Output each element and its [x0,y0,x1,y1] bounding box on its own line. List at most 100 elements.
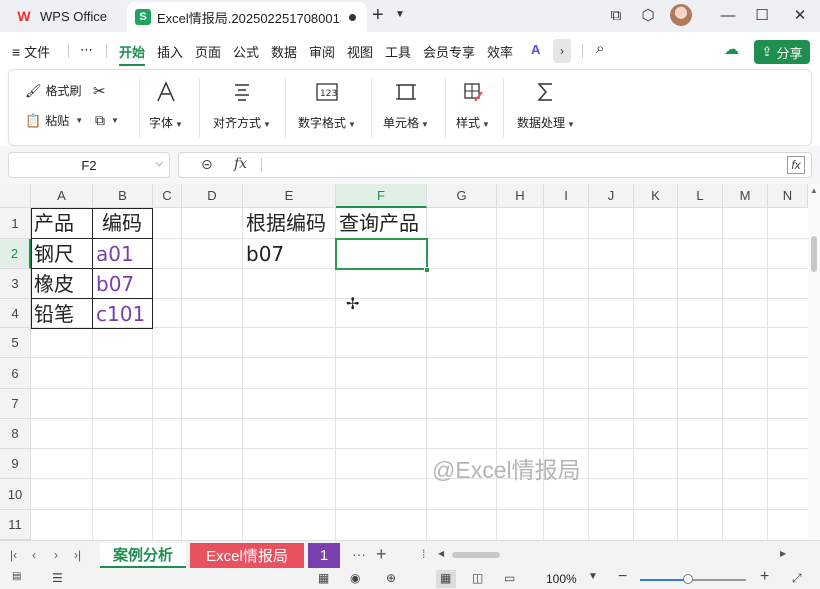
cell-E1[interactable]: 根据编码 [246,208,326,238]
ai-icon[interactable]: A [531,42,540,57]
tab-view[interactable]: 视图 [347,42,373,61]
cell-B3[interactable]: b07 [96,269,134,299]
close-icon[interactable]: ✕ [790,5,810,25]
tab-tools[interactable]: 工具 [385,42,411,61]
format-painter-button[interactable]: 🖌 格式刷 [25,82,82,99]
zoom-level[interactable]: 100% [546,572,577,586]
more-menu-button[interactable]: ⋯ [80,42,93,58]
minimize-icon[interactable]: — [718,5,738,25]
tab-review[interactable]: 审阅 [309,42,335,61]
column-header-N[interactable]: N [768,184,808,208]
column-header-B[interactable]: B [93,184,153,208]
name-box[interactable]: F2 ⌵ [8,152,170,178]
tab-member[interactable]: 会员专享 [423,42,475,61]
row-header-3[interactable]: 3 [0,269,31,299]
column-header-I[interactable]: I [544,184,589,208]
sheet-tab-excel-info[interactable]: Excel情报局 [190,543,304,568]
column-header-C[interactable]: C [153,184,182,208]
sheet-tab-case-analysis[interactable]: 案例分析 [100,543,186,568]
zoom-search-icon[interactable]: ⊝ [201,156,213,173]
macro-icon[interactable]: ☰ [52,571,63,585]
tab-page[interactable]: 页面 [195,42,221,61]
expand-formula-icon[interactable]: fx [787,156,805,174]
column-header-E[interactable]: E [243,184,336,208]
scroll-up-icon[interactable]: ▲ [810,186,818,195]
tab-data[interactable]: 数据 [271,42,297,61]
horizontal-scroll-thumb[interactable] [452,552,500,558]
tab-efficiency[interactable]: 效率 [487,42,513,61]
cell-F2-selected[interactable] [335,238,428,270]
table-view-icon[interactable]: ▦ [318,571,329,585]
first-sheet-icon[interactable]: |‹ [10,548,17,562]
cut-icon[interactable]: ✂ [93,82,106,100]
tab-insert[interactable]: 插入 [157,42,183,61]
formula-input[interactable]: ⊝ fx fx [178,152,812,178]
cell-A1[interactable]: 产品 [34,208,74,238]
row-header-8[interactable]: 8 [0,419,31,449]
next-sheet-icon[interactable]: › [54,548,58,562]
column-header-L[interactable]: L [678,184,723,208]
file-menu[interactable]: ≡ 文件 [12,42,50,61]
paste-button[interactable]: 📋 粘贴 ▼ [25,112,83,129]
vertical-scrollbar[interactable]: ▲ [808,184,820,540]
share-button[interactable]: ⇪ 分享 [754,40,810,64]
row-header-9[interactable]: 9 [0,449,31,479]
tab-document[interactable]: S Excel情报局.20250225170800131 [127,2,367,32]
row-header-2[interactable]: 2 [0,239,31,269]
freeze-icon[interactable]: ⊕ [386,571,396,585]
maximize-icon[interactable]: ☐ [752,5,772,25]
scroll-right-icon[interactable]: ▶ [780,549,786,558]
chevron-down-icon[interactable]: ▼ [588,571,598,582]
copy-button[interactable]: ⧉ ▼ [95,112,119,129]
tab-wps-office[interactable]: W WPS Office [8,2,122,30]
fill-handle[interactable] [424,267,430,273]
row-header-7[interactable]: 7 [0,389,31,419]
cell-A3[interactable]: 橡皮 [34,269,74,299]
row-header-4[interactable]: 4 [0,299,31,328]
cell-B2[interactable]: a01 [96,239,134,269]
cell-A2[interactable]: 钢尺 [34,239,74,269]
row-header-1[interactable]: 1 [0,208,31,239]
cube-icon[interactable]: ⬡ [638,5,658,25]
cloud-sync-icon[interactable]: ☁ [724,40,739,58]
search-icon[interactable]: ⌕ [596,40,604,57]
vertical-scroll-thumb[interactable] [811,236,817,272]
avatar[interactable] [670,4,692,26]
select-all-corner[interactable] [0,184,31,208]
cell-A4[interactable]: 铅笔 [34,299,74,329]
chevron-down-icon[interactable]: ⌵ [155,158,163,169]
zoom-slider-knob[interactable] [682,574,693,584]
menu-scroll-right-button[interactable]: › [553,39,571,63]
normal-view-icon[interactable]: ▦ [440,571,451,585]
tab-formula[interactable]: 公式 [233,42,259,61]
column-header-H[interactable]: H [497,184,544,208]
column-header-A[interactable]: A [31,184,93,208]
scroll-left-icon[interactable]: ◀ [438,549,444,558]
cell-B1[interactable]: 编码 [102,208,142,238]
row-header-6[interactable]: 6 [0,358,31,389]
add-sheet-button[interactable]: + [376,544,387,565]
last-sheet-icon[interactable]: ›| [74,548,81,562]
window-restore-icon[interactable]: ⧉ [606,5,626,25]
column-header-J[interactable]: J [589,184,634,208]
unsaved-dot-icon[interactable] [349,13,356,21]
zoom-in-icon[interactable]: + [760,568,769,586]
alignment-button[interactable]: 对齐方式 ▼ [213,78,271,131]
prev-sheet-icon[interactable]: ‹ [32,548,36,562]
row-header-5[interactable]: 5 [0,328,31,358]
cells-button[interactable]: 单元格 ▼ [383,78,429,131]
styles-button[interactable]: 样式 ▼ [456,78,490,131]
row-header-11[interactable]: 11 [0,510,31,540]
row-header-10[interactable]: 10 [0,479,31,510]
column-header-G[interactable]: G [427,184,497,208]
tab-home[interactable]: 开始 [119,42,145,61]
cell-F1[interactable]: 查询产品 [339,208,419,238]
font-button[interactable]: 字体 ▼ [149,78,183,131]
new-tab-button[interactable]: + [372,5,384,25]
spreadsheet-grid[interactable]: A B C D E F G H I J K L M N 1 2 3 4 5 6 … [0,184,808,540]
more-sheets-button[interactable]: ··· [352,546,366,562]
column-header-K[interactable]: K [634,184,678,208]
fx-icon[interactable]: fx [234,156,247,172]
column-header-D[interactable]: D [182,184,243,208]
sheet-tab-1[interactable]: 1 [308,543,340,568]
